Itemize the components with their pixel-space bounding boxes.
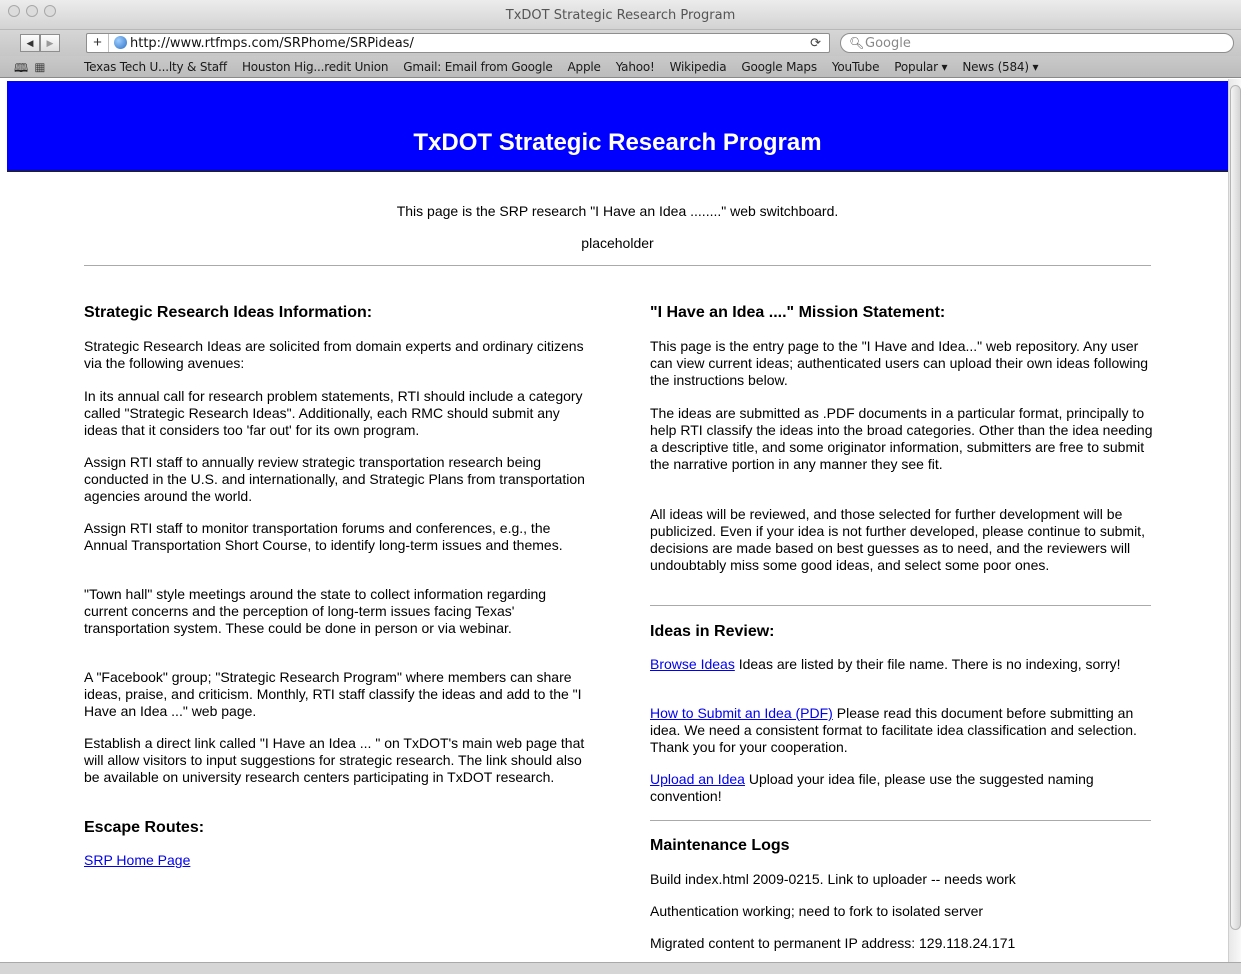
escape-routes-heading: Escape Routes: (84, 819, 205, 836)
info-heading: Strategic Research Ideas Information: (84, 304, 373, 321)
submit-idea-item: How to Submit an Idea (PDF) Please read … (650, 705, 1156, 756)
back-button[interactable]: ◀ (20, 34, 40, 52)
log-entry-3: Migrated content to permanent IP address… (650, 935, 1016, 951)
window-titlebar: TxDOT Strategic Research Program (0, 0, 1241, 30)
browser-toolbar: ◀ ▶ + http://www.rtfmps.com/SRPhome/SRPi… (0, 30, 1241, 56)
log-entry-2: Authentication working; need to fork to … (650, 903, 984, 919)
bookmarks-bar: 🕮︎ ▦ Texas Tech U...lty & Staff Houston H… (0, 56, 1241, 78)
info-paragraph-1: Strategic Research Ideas are solicited f… (84, 338, 584, 371)
bookmark-item[interactable]: Texas Tech U...lty & Staff (84, 60, 227, 74)
page-viewport: TxDOT Strategic Research Program This pa… (0, 79, 1228, 964)
add-bookmark-icon[interactable]: + (87, 34, 109, 52)
bookmark-item[interactable]: Popular ▾ (894, 60, 947, 74)
mission-paragraph-2: The ideas are submitted as .PDF document… (650, 405, 1153, 472)
info-paragraph-4: Assign RTI staff to monitor transportati… (84, 520, 563, 553)
intro-text: This page is the SRP research "I Have an… (396, 203, 839, 219)
review-divider (650, 605, 1151, 606)
scrollbar-thumb[interactable] (1230, 85, 1241, 930)
bookmark-item[interactable]: News (584) ▾ (962, 60, 1038, 74)
logs-divider (650, 820, 1151, 821)
mission-paragraph-3: All ideas will be reviewed, and those se… (650, 506, 1145, 573)
top-divider (84, 265, 1151, 266)
bookmark-list: Texas Tech U...lty & Staff Houston Hig...… (84, 60, 1038, 74)
upload-idea-link[interactable]: Upload an Idea (650, 771, 745, 787)
review-heading: Ideas in Review: (650, 623, 775, 640)
info-paragraph-7: Establish a direct link called "I Have a… (84, 735, 585, 785)
info-paragraph-5: "Town hall" style meetings around the st… (84, 586, 547, 636)
upload-idea-item: Upload an Idea Upload your idea file, pl… (650, 771, 1156, 805)
mission-paragraph-1: This page is the entry page to the "I Ha… (650, 338, 1149, 388)
status-bar (0, 962, 1241, 974)
search-field[interactable]: 🔍︎ Google (840, 33, 1234, 53)
bookmark-item[interactable]: Google Maps (741, 60, 817, 74)
window-title: TxDOT Strategic Research Program (505, 8, 736, 23)
forward-button[interactable]: ▶ (40, 34, 60, 52)
banner-divider (7, 170, 1228, 172)
url-field[interactable]: http://www.rtfmps.com/SRPhome/SRPideas/ (130, 36, 414, 51)
bookmark-item[interactable]: Yahoo! (616, 60, 655, 74)
page-title: TxDOT Strategic Research Program (413, 129, 822, 156)
info-paragraph-3: Assign RTI staff to annually review stra… (84, 454, 585, 504)
address-bar[interactable]: + http://www.rtfmps.com/SRPhome/SRPideas… (86, 33, 830, 53)
vertical-scrollbar[interactable] (1228, 79, 1241, 964)
how-to-submit-link[interactable]: How to Submit an Idea (PDF) (650, 705, 833, 721)
browse-ideas-description: Ideas are listed by their file name. The… (734, 656, 1121, 672)
bookmark-item[interactable]: Gmail: Email from Google (403, 60, 552, 74)
bookmarks-icon[interactable]: 🕮︎ ▦ (14, 59, 45, 80)
logs-heading: Maintenance Logs (650, 837, 790, 854)
bookmark-item[interactable]: Houston Hig...redit Union (242, 60, 389, 74)
search-placeholder: Google (865, 36, 911, 51)
placeholder-text: placeholder (581, 235, 654, 251)
bookmark-item[interactable]: Wikipedia (670, 60, 727, 74)
search-icon: 🔍︎ (849, 36, 865, 50)
browse-ideas-item: Browse Ideas Ideas are listed by their f… (650, 656, 1156, 673)
info-paragraph-2: In its annual call for research problem … (84, 388, 583, 438)
info-paragraph-6: A "Facebook" group; "Strategic Research … (84, 669, 582, 719)
bookmark-item[interactable]: Apple (568, 60, 601, 74)
reload-icon[interactable]: ⟳ (810, 35, 821, 51)
bookmark-item[interactable]: YouTube (832, 60, 880, 74)
browse-ideas-link[interactable]: Browse Ideas (650, 656, 735, 672)
log-entry-1: Build index.html 2009-0215. Link to uplo… (650, 871, 1016, 887)
site-globe-icon (114, 36, 127, 49)
srp-home-link[interactable]: SRP Home Page (84, 852, 190, 869)
mission-heading: "I Have an Idea ...." Mission Statement: (650, 304, 946, 321)
page-banner: TxDOT Strategic Research Program (7, 81, 1228, 172)
